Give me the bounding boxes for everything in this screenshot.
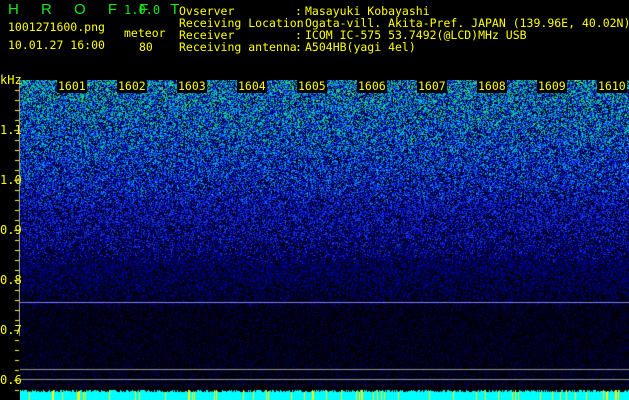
file-datetime: 10.01.27 16:00 bbox=[8, 38, 105, 52]
minute-label: 1605 bbox=[297, 79, 327, 93]
axis-tick-label: 1.0 bbox=[0, 173, 22, 187]
info-sep: : bbox=[295, 40, 302, 54]
info-label-antenna: Receiving antenna bbox=[179, 40, 297, 54]
axis-tick-label: 0.7 bbox=[0, 323, 22, 337]
minute-label: 1601 bbox=[57, 79, 87, 93]
minute-label: 1608 bbox=[477, 79, 507, 93]
minute-label: 1602 bbox=[117, 79, 147, 93]
axis-tick-label: 0.6 bbox=[0, 373, 22, 387]
minute-label: 1607 bbox=[417, 79, 447, 93]
app-version: 1.0.0 bbox=[124, 3, 161, 17]
meteor-label: meteor bbox=[124, 26, 166, 40]
axis-tick-label: 1.1 bbox=[0, 123, 22, 137]
axis-unit: kHz bbox=[0, 73, 22, 87]
axis-tick-label: 0.9 bbox=[0, 223, 22, 237]
info-value-antenna: A504HB(yagi 4el) bbox=[305, 40, 416, 54]
spectrogram bbox=[20, 80, 629, 400]
minute-label: 1609 bbox=[537, 79, 567, 93]
axis-tick-label: 0.8 bbox=[0, 273, 22, 287]
meteor-count: 80 bbox=[139, 40, 153, 54]
app-title: H R O F F T bbox=[8, 1, 189, 18]
file-name: 1001271600.png bbox=[8, 20, 105, 34]
minute-label: 1603 bbox=[177, 79, 207, 93]
minute-label: 1606 bbox=[357, 79, 387, 93]
minute-label: 1604 bbox=[237, 79, 267, 93]
minute-label: 1610 bbox=[597, 79, 627, 93]
